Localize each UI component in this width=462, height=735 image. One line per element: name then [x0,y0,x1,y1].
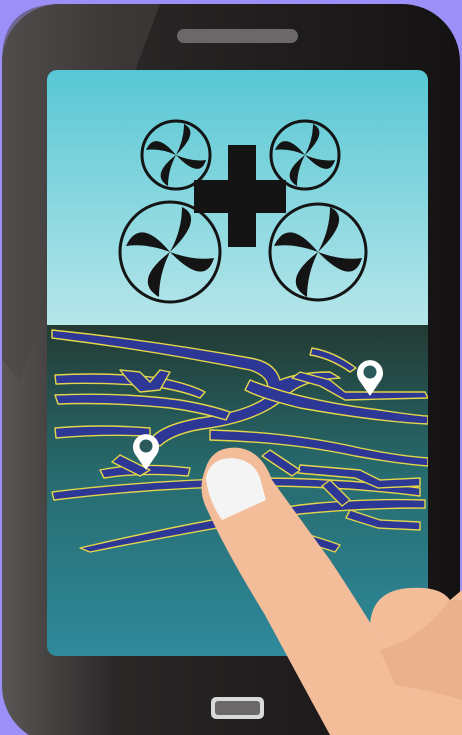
home-button-inner [215,701,260,715]
illustration [2,4,462,735]
speaker-slot [177,29,298,43]
